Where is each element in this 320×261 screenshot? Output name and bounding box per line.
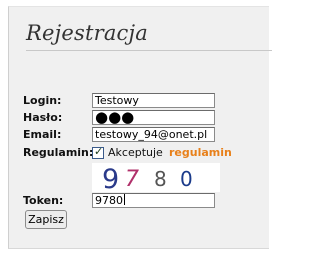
- token-label: Token:: [23, 194, 64, 207]
- captcha-digit: 8: [154, 167, 167, 191]
- login-label: Login:: [23, 94, 62, 107]
- form-title: Rejestracja: [26, 21, 148, 45]
- token-input[interactable]: 9780: [92, 193, 215, 208]
- captcha-digit: 0: [180, 167, 193, 191]
- email-value: testowy_94@onet.pl: [95, 128, 208, 141]
- submit-button[interactable]: Zapisz: [25, 210, 67, 229]
- password-label: Hasło:: [23, 111, 63, 124]
- captcha-digit: 9: [102, 164, 120, 195]
- login-value: Testowy: [95, 94, 139, 107]
- text-caret: [124, 194, 125, 205]
- captcha-image: 9 7 8 0: [92, 163, 220, 195]
- token-value: 9780: [95, 194, 123, 207]
- terms-checkbox[interactable]: ✓: [92, 145, 104, 159]
- terms-accept-text: Akceptuje: [108, 146, 163, 159]
- email-label: Email:: [23, 128, 62, 141]
- checkmark-icon: ✓: [94, 145, 104, 158]
- password-value: ●●●: [95, 110, 135, 125]
- password-input[interactable]: ●●●: [92, 110, 215, 125]
- terms-link[interactable]: regulamin: [169, 146, 232, 160]
- login-input[interactable]: Testowy: [92, 93, 215, 108]
- title-divider: [26, 50, 272, 51]
- captcha-digit: 7: [125, 167, 139, 192]
- email-input[interactable]: testowy_94@onet.pl: [92, 127, 215, 142]
- terms-label: Regulamin:: [23, 146, 94, 159]
